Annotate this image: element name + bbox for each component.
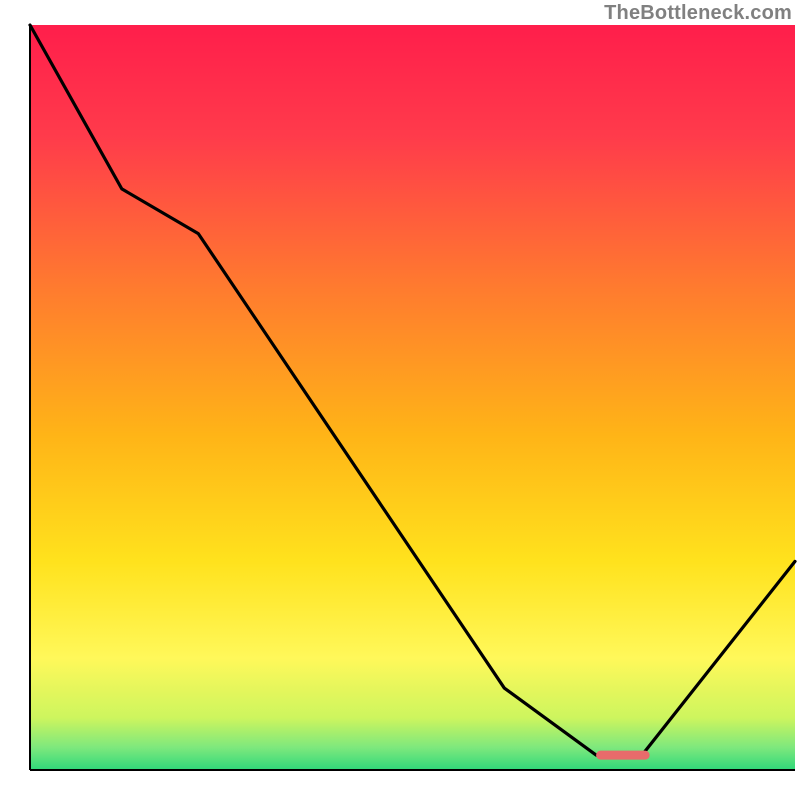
- highlight-bar: [596, 751, 650, 760]
- source-attribution: TheBottleneck.com: [604, 2, 792, 25]
- chart-background-gradient: [30, 25, 795, 770]
- bottleneck-chart: [0, 0, 800, 800]
- chart-container: TheBottleneck.com: [0, 0, 800, 800]
